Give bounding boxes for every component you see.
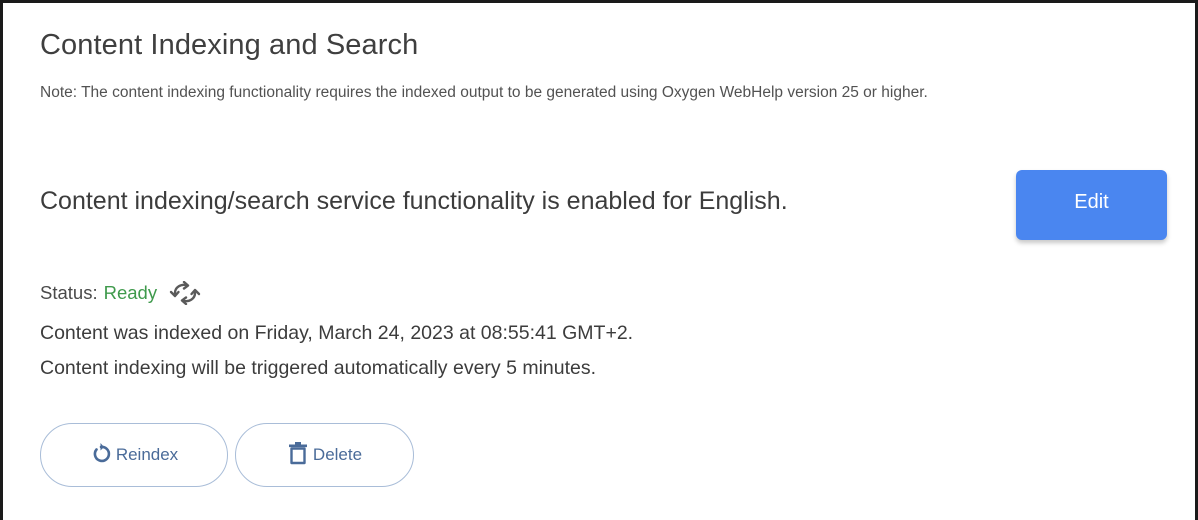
- version-note: Note: The content indexing functionality…: [40, 84, 928, 101]
- content-indexing-panel: Content Indexing and Search Note: The co…: [0, 0, 1198, 520]
- reindex-button[interactable]: Reindex: [40, 423, 228, 487]
- status-label: Status:: [40, 282, 98, 303]
- refresh-icon[interactable]: [169, 280, 201, 306]
- delete-button[interactable]: Delete: [235, 423, 414, 487]
- reindex-icon: [90, 442, 112, 469]
- indexed-on-text: Content was indexed on Friday, March 24,…: [40, 322, 634, 344]
- page-title: Content Indexing and Search: [40, 29, 419, 61]
- enabled-status-text: Content indexing/search service function…: [40, 187, 788, 215]
- edit-button-label: Edit: [1074, 190, 1109, 213]
- edit-button[interactable]: Edit: [1016, 170, 1167, 240]
- status-value: Ready: [103, 282, 158, 303]
- trash-icon: [287, 441, 309, 470]
- reindex-label: Reindex: [115, 445, 179, 464]
- delete-label: Delete: [312, 445, 363, 464]
- schedule-text: Content indexing will be triggered autom…: [40, 357, 597, 379]
- status-line: Status: Ready: [40, 280, 201, 306]
